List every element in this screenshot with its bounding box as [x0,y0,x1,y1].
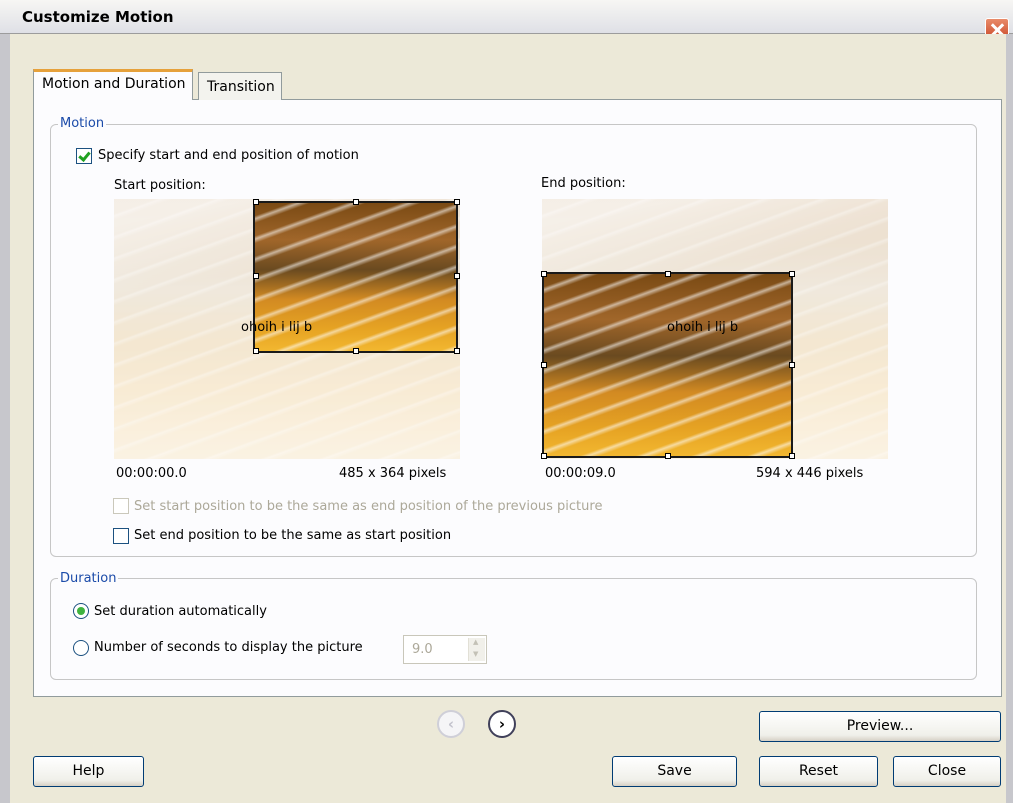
end-frame-handle-bm[interactable] [665,453,671,459]
save-button[interactable]: Save [612,756,737,787]
reset-button[interactable]: Reset [759,756,878,787]
start-frame-handle-mr[interactable] [454,273,460,279]
start-size: 485 x 364 pixels [339,466,447,481]
start-frame-handle-tr[interactable] [454,199,460,205]
seconds-duration-radio[interactable] [73,640,89,656]
specify-motion-label: Specify start and end position of motion [98,148,359,163]
end-size: 594 x 446 pixels [756,466,864,481]
dialog-title: Customize Motion [22,8,174,26]
same-end-label: Set end position to be the same as start… [134,528,452,543]
right-edge [1006,34,1013,803]
end-frame-handle-br[interactable] [789,453,795,459]
end-crop-frame[interactable] [542,272,793,458]
specify-motion-checkbox[interactable] [76,148,92,164]
end-frame-handle-tl[interactable] [541,271,547,277]
auto-duration-label: Set duration automatically [94,604,267,619]
close-button[interactable]: Close [893,756,1001,787]
end-frame-handle-mr[interactable] [789,362,795,368]
start-frame-handle-tm[interactable] [353,199,359,205]
end-time: 00:00:09.0 [545,466,616,481]
motion-group-title: Motion [58,116,107,131]
seconds-spinner[interactable]: 9.0 [403,635,487,664]
tab-transition[interactable]: Transition [198,72,282,100]
seconds-duration-label: Number of seconds to display the picture [94,640,363,655]
left-edge [0,34,10,803]
previous-picture-button[interactable]: ‹ [437,710,465,738]
end-frame-text: ohoih i lij b [667,320,739,335]
same-start-checkbox[interactable] [113,498,129,514]
customize-motion-dialog: Customize Motion Motion and Duration Tra… [0,0,1013,803]
start-frame-handle-ml[interactable] [253,273,259,279]
end-frame-handle-bl[interactable] [541,453,547,459]
start-frame-handle-bm[interactable] [353,348,359,354]
end-frame-handle-tr[interactable] [789,271,795,277]
duration-group-title: Duration [58,571,119,586]
start-frame-handle-tl[interactable] [253,199,259,205]
start-frame-handle-bl[interactable] [253,348,259,354]
start-frame-handle-br[interactable] [454,348,460,354]
same-start-label: Set start position to be the same as end… [134,499,603,514]
start-position-label: Start position: [114,178,206,193]
same-end-checkbox[interactable] [113,528,129,544]
duration-group [50,578,977,680]
title-bar: Customize Motion [0,0,1013,34]
help-button[interactable]: Help [33,756,144,787]
spinner-arrows-icon[interactable] [468,638,485,661]
tab-motion-and-duration[interactable]: Motion and Duration [33,69,193,100]
auto-duration-radio[interactable] [73,603,89,619]
start-frame-text: ohoih i lij b [241,320,313,335]
end-position-label: End position: [541,176,626,191]
end-frame-handle-ml[interactable] [541,362,547,368]
preview-button[interactable]: Preview... [759,711,1001,742]
end-frame-handle-tm[interactable] [665,271,671,277]
next-picture-button[interactable]: › [488,710,516,738]
seconds-value: 9.0 [412,642,433,657]
start-time: 00:00:00.0 [116,466,187,481]
